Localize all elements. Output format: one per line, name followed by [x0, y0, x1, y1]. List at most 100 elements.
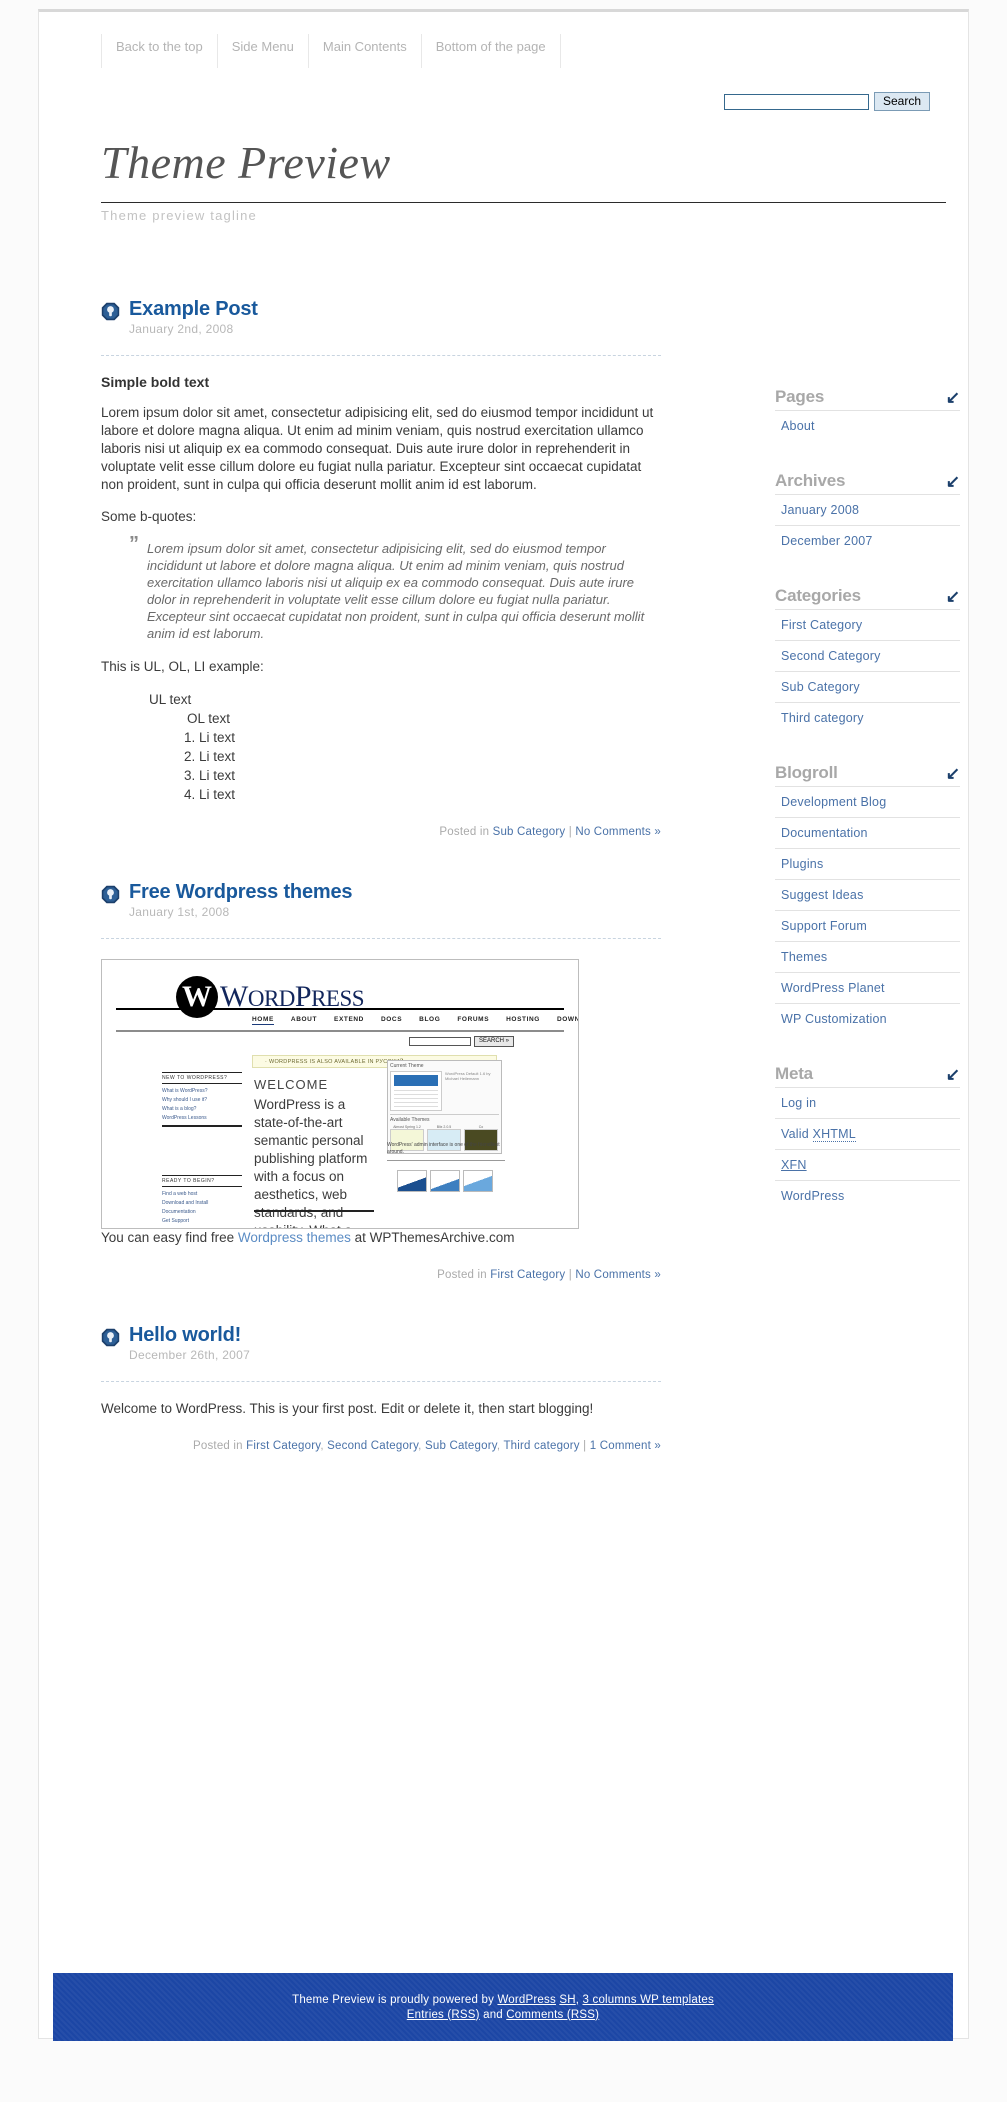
arrow-down-left-icon[interactable]: ↙ [946, 473, 960, 490]
footer-link-wordpress[interactable]: WordPress [497, 1994, 555, 2006]
ol-text: OL text [187, 711, 231, 726]
sidebar-link-themes[interactable]: Themes [775, 942, 960, 972]
wp-nav: HOME ABOUT EXTEND DOCS BLOG FORUMS HOSTI… [252, 1016, 579, 1025]
meta-comments-link[interactable]: No Comments » [575, 1269, 661, 1281]
arrow-down-left-icon[interactable]: ↙ [946, 588, 960, 605]
list-item: Development Blog [775, 786, 960, 817]
sidebar-link-third-category[interactable]: Third category [775, 703, 960, 733]
wp-nav-extend: EXTEND [334, 1016, 364, 1023]
post-subheading: Simple bold text [101, 374, 210, 390]
skip-link-bottom-of-page[interactable]: Bottom of the page [420, 34, 561, 68]
wordpress-octagon-icon [101, 885, 120, 904]
page-frame: Back to the top Side Menu Main Contents … [0, 0, 1007, 2102]
skip-link-main-contents[interactable]: Main Contents [307, 34, 421, 68]
list-item: Li text [199, 785, 661, 804]
sidebar-link-wp-customization[interactable]: WP Customization [775, 1004, 960, 1034]
wp-search: SEARCH » [408, 1036, 514, 1047]
footer-link-sh[interactable]: SH [559, 1994, 575, 2006]
wp-search-button: SEARCH » [473, 1036, 514, 1047]
meta-category-link[interactable]: First Category [490, 1269, 565, 1281]
sidebar-link-about[interactable]: About [775, 411, 960, 441]
site-title[interactable]: Theme Preview [101, 140, 946, 186]
list-item: December 2007 [775, 525, 960, 556]
caption-link[interactable]: Wordpress themes [238, 1230, 351, 1245]
meta-separator: | [568, 826, 572, 838]
sidebar-link-plugins[interactable]: Plugins [775, 849, 960, 879]
search-button[interactable]: Search [873, 92, 930, 111]
meta-category-link[interactable]: Sub Category [493, 826, 566, 838]
post-title[interactable]: Free Wordpress themes [129, 880, 352, 904]
post-body: W WORDPRESS HOME ABOUT EXTEND DOCS BLOG … [101, 939, 661, 1247]
sidebar-link-january-2008[interactable]: January 2008 [775, 495, 960, 525]
sidebar-link-xfn[interactable]: XFN [775, 1150, 960, 1180]
wp-search-field [408, 1037, 471, 1046]
list-item: Sub Category [775, 671, 960, 702]
wordpress-octagon-icon [101, 1328, 120, 1347]
widget-title: Categories [775, 586, 861, 605]
list-item: Themes [775, 941, 960, 972]
sidebar-link-development-blog[interactable]: Development Blog [775, 787, 960, 817]
comma: , [320, 1440, 324, 1452]
post-title[interactable]: Hello world! [129, 1323, 241, 1347]
post-header: Hello world! [101, 1323, 661, 1347]
wp-right-column: Current Theme WordPress Default 1.6 by M… [387, 1060, 502, 1154]
widget-list: About [775, 410, 960, 441]
list-item: Li text [199, 747, 661, 766]
sidebar-link-suggest-ideas[interactable]: Suggest Ideas [775, 880, 960, 910]
meta-separator: | [583, 1440, 587, 1452]
sidebar-link-second-category[interactable]: Second Category [775, 641, 960, 671]
wp-nav-download: DOWNLOAD [556, 1016, 579, 1023]
valid-prefix: Valid [781, 1127, 813, 1141]
widget-list: January 2008 December 2007 [775, 494, 960, 556]
sidebar-link-sub-category[interactable]: Sub Category [775, 672, 960, 702]
meta-category-link[interactable]: Sub Category [425, 1440, 497, 1452]
sidebar-link-wordpress[interactable]: WordPress [775, 1181, 960, 1211]
site-tagline: Theme preview tagline [101, 208, 257, 223]
sidebar-link-log-in[interactable]: Log in [775, 1088, 960, 1118]
list-item: Third category [775, 702, 960, 733]
meta-prefix: Posted in [439, 826, 490, 838]
wp-left-item: WordPress Lessons [162, 1115, 207, 1121]
sidebar-link-first-category[interactable]: First Category [775, 610, 960, 640]
main-content: Example Post January 2nd, 2008 Simple bo… [101, 297, 661, 1494]
wp-nav-forums: FORUMS [457, 1016, 490, 1023]
footer-link-comments-rss[interactable]: Comments (RSS) [506, 2009, 599, 2021]
footer-link-3-columns-wp-templates[interactable]: 3 columns WP templates [583, 1994, 714, 2006]
quote-mark-icon: ” [129, 533, 139, 555]
footer-link-entries-rss[interactable]: Entries (RSS) [407, 2009, 480, 2021]
wp-left-column: NEW TO WORDPRESS? What is WordPress? Why… [162, 1072, 242, 1228]
skip-link-back-to-top[interactable]: Back to the top [101, 34, 217, 68]
meta-category-link[interactable]: Third category [503, 1440, 579, 1452]
meta-comments-link[interactable]: 1 Comment » [590, 1440, 661, 1452]
skip-link-side-menu[interactable]: Side Menu [216, 34, 308, 68]
sidebar-link-valid-xhtml[interactable]: Valid XHTML [775, 1119, 960, 1149]
meta-category-link[interactable]: Second Category [327, 1440, 418, 1452]
sidebar-link-documentation[interactable]: Documentation [775, 818, 960, 848]
post-title[interactable]: Example Post [129, 297, 258, 321]
sidebar-link-wordpress-planet[interactable]: WordPress Planet [775, 973, 960, 1003]
search-input[interactable] [723, 93, 869, 110]
sidebar-link-december-2007[interactable]: December 2007 [775, 526, 960, 556]
arrow-down-left-icon[interactable]: ↙ [946, 389, 960, 406]
meta-comments-link[interactable]: No Comments » [575, 826, 661, 838]
list-intro: This is UL, OL, LI example: [101, 659, 264, 674]
post-body: Welcome to WordPress. This is your first… [101, 1382, 661, 1418]
wordpress-homepage-screenshot[interactable]: W WORDPRESS HOME ABOUT EXTEND DOCS BLOG … [101, 959, 579, 1229]
quote-intro: Some b-quotes: [101, 509, 197, 524]
list-item: WP Customization [775, 1003, 960, 1034]
wp-nav-blog: BLOG [419, 1016, 441, 1023]
widget-title: Pages [775, 387, 825, 406]
meta-prefix: Posted in [437, 1269, 487, 1281]
list-item: Support Forum [775, 910, 960, 941]
wp-left-list-2: Find a web host Download and Install Doc… [162, 1191, 242, 1224]
arrow-down-left-icon[interactable]: ↙ [946, 765, 960, 782]
wp-left-item: Find a web host [162, 1191, 198, 1197]
wp-left-list-1: What is WordPress? Why should I use it? … [162, 1088, 242, 1121]
meta-prefix: Posted in [193, 1440, 243, 1452]
wp-panel-note: WordPress Default 1.6 by Michael Heilema… [445, 1071, 491, 1081]
meta-category-link[interactable]: First Category [246, 1440, 320, 1452]
ul-text: UL text [149, 692, 192, 707]
list-item: Log in [775, 1087, 960, 1118]
arrow-down-left-icon[interactable]: ↙ [946, 1066, 960, 1083]
sidebar-link-support-forum[interactable]: Support Forum [775, 911, 960, 941]
